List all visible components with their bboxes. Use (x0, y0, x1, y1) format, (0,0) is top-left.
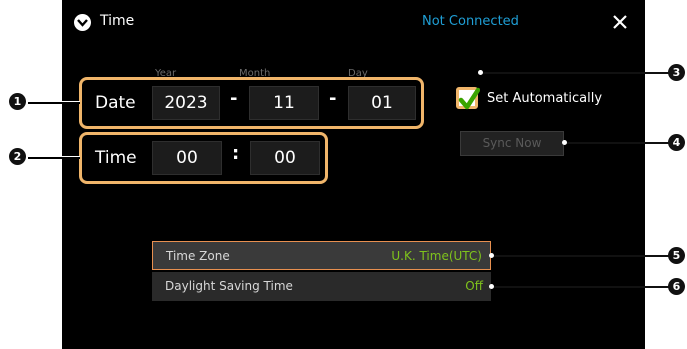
time-zone-label: Time Zone (166, 249, 230, 263)
callout-2: 2 (9, 148, 26, 165)
time-field-group: Time 00 : 00 (79, 132, 328, 184)
connection-status: Not Connected (422, 14, 519, 29)
minute-field[interactable]: 00 (250, 141, 320, 175)
callout-5: 5 (668, 247, 685, 264)
time-separator: : (232, 143, 240, 164)
callout-1: 1 (9, 93, 26, 110)
daylight-saving-value: Off (465, 279, 483, 293)
month-field[interactable]: 11 (249, 86, 319, 120)
set-automatically-checkbox[interactable] (456, 87, 480, 110)
year-field[interactable]: 2023 (152, 86, 220, 120)
callout-leader-line (480, 72, 670, 74)
callout-3: 3 (668, 64, 685, 81)
callout-dot (478, 70, 483, 75)
hour-field[interactable]: 00 (152, 141, 222, 175)
checkmark-icon (458, 87, 480, 110)
close-icon[interactable] (612, 14, 628, 34)
callout-6: 6 (668, 278, 685, 295)
set-automatically-label: Set Automatically (487, 91, 603, 106)
title-bar: Time Not Connected (62, 0, 645, 46)
time-label: Time (95, 148, 137, 168)
time-zone-row[interactable]: Time Zone U.K. Time(UTC) (152, 241, 491, 270)
day-field[interactable]: 01 (348, 86, 416, 120)
date-separator: - (230, 88, 238, 109)
sync-now-button[interactable]: Sync Now (460, 131, 564, 156)
callout-leader-line (564, 142, 669, 144)
daylight-saving-row[interactable]: Daylight Saving Time Off (152, 272, 491, 301)
callout-dot (489, 253, 494, 258)
page-title: Time (100, 13, 135, 29)
date-separator: - (329, 88, 337, 109)
callout-dot (562, 140, 567, 145)
callout-leader-line (28, 156, 80, 159)
callout-leader-line (491, 286, 669, 288)
date-field-group: Date 2023 - 11 - 01 (79, 77, 424, 129)
time-zone-value: U.K. Time(UTC) (391, 249, 482, 263)
daylight-saving-label: Daylight Saving Time (165, 279, 293, 293)
callout-4: 4 (668, 134, 685, 151)
chevron-down-icon[interactable] (74, 14, 91, 31)
time-settings-screen: Time Not Connected Year Month Day Date 2… (62, 0, 645, 349)
callout-dot (489, 284, 494, 289)
callout-leader-line (28, 101, 80, 104)
callout-leader-line (491, 255, 669, 257)
date-label: Date (95, 93, 136, 113)
